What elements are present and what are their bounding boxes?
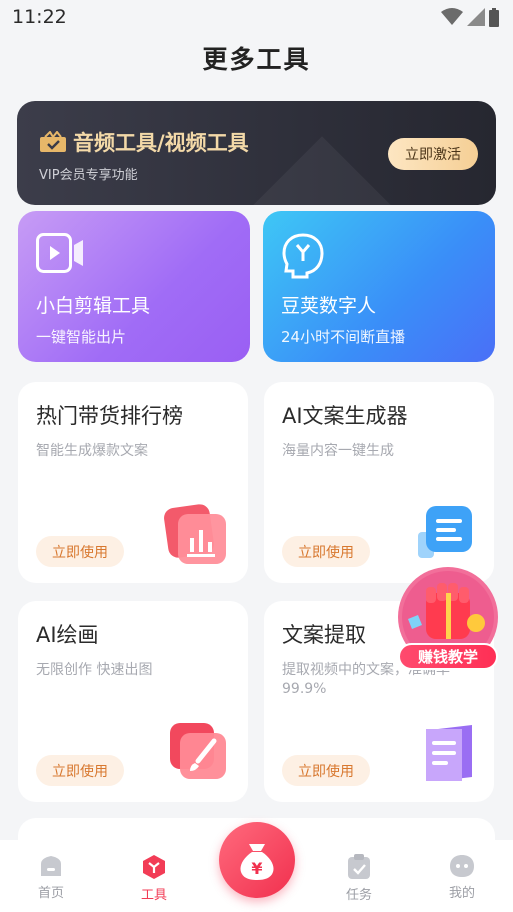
card-subtitle: 智能生成爆款文案 (36, 443, 148, 459)
banner-subtitle: VIP会员专享功能 (39, 168, 138, 183)
use-now-button[interactable]: 立即使用 (282, 755, 370, 786)
feature-digital-human[interactable]: 豆荚数字人 24小时不间断直播 (263, 211, 495, 362)
profile-face-icon (450, 855, 474, 877)
bar-chart-icon (164, 504, 226, 564)
status-time: 11:22 (12, 6, 67, 28)
card-subtitle: 无限创作 快速出图 (36, 662, 153, 678)
feature-video-editor[interactable]: 小白剪辑工具 一键智能出片 (18, 211, 250, 362)
paint-brush-icon (170, 723, 226, 779)
tab-tasks[interactable]: 任务 (329, 854, 389, 903)
card-title: AI绘画 (36, 623, 99, 647)
clipboard-check-icon (348, 854, 370, 879)
tab-tools[interactable]: 工具 (124, 854, 184, 903)
tool-card-hot-ranking[interactable]: 热门带货排行榜 智能生成爆款文案 立即使用 (18, 382, 248, 583)
card-title: 热门带货排行榜 (36, 404, 183, 428)
tool-card-ai-painting[interactable]: AI绘画 无限创作 快速出图 立即使用 (18, 601, 248, 802)
use-now-button[interactable]: 立即使用 (282, 536, 370, 567)
activate-button[interactable]: 立即激活 (388, 138, 478, 170)
vip-banner[interactable]: 音频工具/视频工具 VIP会员专享功能 立即激活 (17, 101, 496, 205)
tab-label: 我的 (448, 886, 475, 901)
tool-card-ai-copywriter[interactable]: AI文案生成器 海量内容一键生成 立即使用 (264, 382, 494, 583)
page-title: 更多工具 (202, 45, 311, 74)
feature-subtitle: 一键智能出片 (36, 328, 127, 346)
signal-icon (467, 8, 485, 26)
feature-title: 豆荚数字人 (281, 295, 377, 317)
tools-cube-icon (143, 855, 165, 879)
use-now-button[interactable]: 立即使用 (36, 536, 124, 567)
wifi-icon (441, 8, 463, 25)
feature-subtitle: 24小时不间断直播 (281, 328, 406, 346)
use-now-button[interactable]: 立即使用 (36, 755, 124, 786)
card-subtitle: 海量内容一键生成 (282, 443, 394, 459)
currency-glyph: ¥ (251, 859, 262, 878)
tab-profile[interactable]: 我的 (432, 854, 492, 901)
card-title: AI文案生成器 (282, 404, 408, 428)
battery-icon (489, 7, 499, 27)
tab-label: 工具 (140, 888, 167, 903)
feature-title: 小白剪辑工具 (36, 295, 151, 317)
status-icons (441, 7, 499, 27)
tab-label: 首页 (37, 886, 64, 901)
video-camera-icon (36, 233, 83, 273)
money-bag-icon: ¥ (240, 844, 274, 880)
document-text-icon (418, 506, 472, 558)
crown-tag-icon (40, 131, 66, 152)
digital-human-head-icon (282, 233, 324, 279)
earn-money-tutorial-button[interactable]: 赚钱教学 (398, 643, 498, 670)
tab-home[interactable]: 首页 (21, 854, 81, 901)
status-bar: 11:22 (0, 0, 513, 34)
home-icon (41, 856, 61, 876)
card-title: 文案提取 (282, 623, 366, 647)
tab-label: 任务 (345, 888, 372, 903)
text-extract-icon (426, 725, 472, 781)
banner-title-row: 音频工具/视频工具 (39, 127, 249, 157)
banner-title: 音频工具/视频工具 (73, 131, 249, 155)
center-earn-button[interactable]: ¥ (219, 822, 295, 898)
banner-decoration (244, 136, 400, 205)
